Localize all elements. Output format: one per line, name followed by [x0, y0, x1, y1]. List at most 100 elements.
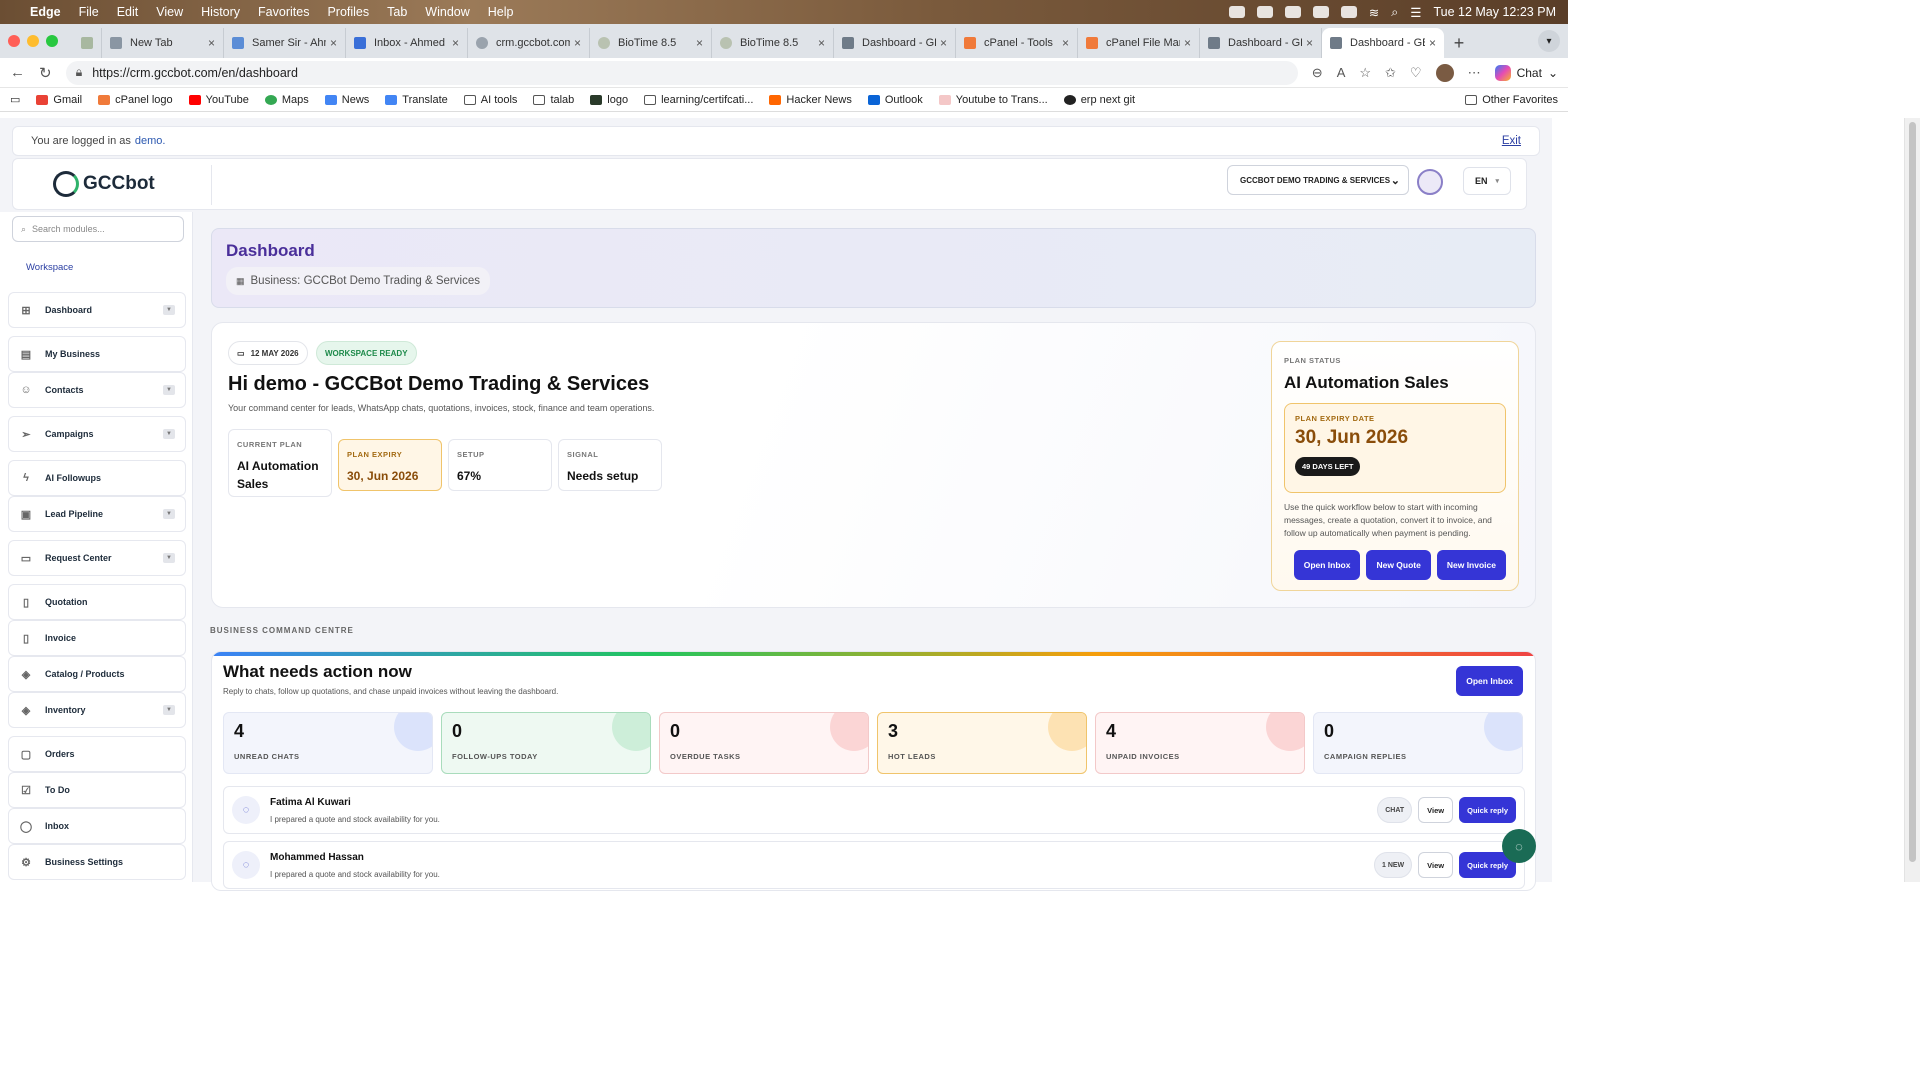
view-button[interactable]: View	[1418, 797, 1454, 823]
menu-tab[interactable]: Tab	[387, 5, 407, 19]
browser-tab-active[interactable]: Dashboard - GB ×	[1322, 28, 1444, 58]
close-tab-icon[interactable]: ×	[1184, 36, 1191, 50]
chevron-down-icon[interactable]: ▼	[163, 305, 175, 315]
pinned-tab[interactable]	[72, 28, 102, 58]
browser-tab[interactable]: Dashboard - GB ×	[1200, 28, 1322, 58]
bookmark-maps[interactable]: Maps	[264, 94, 309, 106]
menu-window[interactable]: Window	[425, 5, 469, 19]
kpi-card[interactable]: 0 CAMPAIGN REPLIES	[1313, 712, 1523, 774]
bookmark-learning[interactable]: learning/certifcati...	[644, 94, 753, 106]
browser-tab[interactable]: cPanel File Mana ×	[1078, 28, 1200, 58]
sidebar-item-request-center[interactable]: ▭ Request Center ▼	[8, 540, 186, 576]
sidebar-item-contacts[interactable]: ☺ Contacts ▼	[8, 372, 186, 408]
sidebar-item-to-do[interactable]: ☑ To Do	[8, 772, 186, 808]
new-tab-button[interactable]: +	[1444, 28, 1474, 58]
sidebar-item-catalog-products[interactable]: ◈ Catalog / Products	[8, 656, 186, 692]
address-bar[interactable]: 🔒︎ https://crm.gccbot.com/en/dashboard	[65, 60, 1298, 85]
back-icon[interactable]: ←	[10, 64, 25, 81]
close-tab-icon[interactable]: ×	[818, 36, 825, 50]
health-icon[interactable]: ♡	[1410, 65, 1422, 81]
browser-tab[interactable]: Samer Sir - Ahm ×	[224, 28, 346, 58]
sidebar-item-orders[interactable]: ▢ Orders	[8, 736, 186, 772]
exit-link[interactable]: Exit	[1502, 135, 1521, 147]
kpi-card[interactable]: 3 HOT LEADS	[877, 712, 1087, 774]
lock-icon[interactable]: 🔒︎	[76, 65, 83, 80]
menu-view[interactable]: View	[156, 5, 183, 19]
bookmark-hacker-news[interactable]: Hacker News	[769, 94, 852, 106]
close-tab-icon[interactable]: ×	[1062, 36, 1069, 50]
bookmark-news[interactable]: News	[324, 94, 369, 106]
other-favorites[interactable]: Other Favorites	[1465, 94, 1558, 106]
tab-actions-icon[interactable]: ▾	[1538, 30, 1560, 52]
sidebar-item-quotation[interactable]: ▯ Quotation	[8, 584, 186, 620]
profile-avatar[interactable]	[1435, 63, 1454, 82]
more-icon[interactable]: ⋯	[1468, 65, 1481, 81]
tray-icon[interactable]	[1256, 6, 1273, 18]
browser-tab[interactable]: New Tab ×	[102, 28, 224, 58]
search-modules-input[interactable]: ⌕ Search modules...	[12, 216, 184, 242]
refresh-icon[interactable]: ↻	[39, 64, 52, 82]
url-text[interactable]: https://crm.gccbot.com/en/dashboard	[92, 66, 298, 80]
list-item[interactable]: ◌ Mohammed Hassan I prepared a quote and s…	[223, 841, 1525, 889]
battery-icon[interactable]	[1340, 6, 1357, 18]
language-select[interactable]: EN ▾	[1463, 167, 1511, 195]
browser-tab[interactable]: cPanel - Tools ×	[956, 28, 1078, 58]
close-tab-icon[interactable]: ×	[330, 36, 337, 50]
bookmark-logo[interactable]: logo	[590, 94, 628, 106]
business-select[interactable]: GCCBOT DEMO TRADING & SERVICES ⌄	[1227, 165, 1409, 195]
scrollbar[interactable]	[1904, 118, 1920, 882]
close-tab-icon[interactable]: ×	[452, 36, 459, 50]
sidebar-item-inventory[interactable]: ◈ Inventory ▼	[8, 692, 186, 728]
bookmark-ai-tools[interactable]: AI tools	[463, 94, 517, 106]
bookmark-translate[interactable]: Translate	[385, 94, 448, 106]
open-inbox-button[interactable]: Open Inbox	[1293, 550, 1361, 580]
browser-tab[interactable]: crm.gccbot.com ×	[468, 28, 590, 58]
bookmark-cpanel-logo[interactable]: cPanel logo	[98, 94, 173, 106]
bookmark-youtube-trans[interactable]: Youtube to Trans...	[938, 94, 1048, 106]
login-user[interactable]: demo.	[135, 135, 166, 147]
bookmark-erp-next-git[interactable]: erp next git	[1063, 94, 1135, 106]
read-aloud-icon[interactable]: A	[1337, 65, 1346, 80]
favorite-star-icon[interactable]: ☆	[1359, 65, 1371, 81]
user-avatar[interactable]	[1417, 169, 1443, 195]
kpi-card[interactable]: 0 FOLLOW-UPS TODAY	[441, 712, 651, 774]
scrollbar-thumb[interactable]	[1909, 122, 1916, 862]
menu-profiles[interactable]: Profiles	[327, 5, 369, 19]
close-tab-icon[interactable]: ×	[696, 36, 703, 50]
kpi-card[interactable]: 0 OVERDUE TASKS	[659, 712, 869, 774]
menu-edit[interactable]: Edit	[117, 5, 139, 19]
menu-history[interactable]: History	[201, 5, 240, 19]
sidebar-item-inbox[interactable]: ◯ Inbox	[8, 808, 186, 844]
chevron-down-icon[interactable]: ▼	[163, 509, 175, 519]
spotlight-icon[interactable]: ⌕	[1391, 5, 1398, 20]
quick-reply-button[interactable]: Quick reply	[1459, 797, 1516, 823]
bookmark-gmail[interactable]: Gmail	[36, 94, 82, 106]
menu-app-name[interactable]: Edge	[30, 5, 61, 19]
chat-fab-button[interactable]: ◌	[1502, 829, 1536, 863]
chevron-down-icon[interactable]: ▼	[163, 385, 175, 395]
kpi-card[interactable]: 4 UNPAID INVOICES	[1095, 712, 1305, 774]
sidebar-item-invoice[interactable]: ▯ Invoice	[8, 620, 186, 656]
menu-favorites[interactable]: Favorites	[258, 5, 309, 19]
copilot-chat-button[interactable]: Chat ⌄	[1494, 64, 1558, 81]
browser-tab[interactable]: BioTime 8.5 ×	[712, 28, 834, 58]
tray-icon[interactable]	[1312, 6, 1329, 18]
tray-icon[interactable]	[1228, 6, 1245, 18]
menu-help[interactable]: Help	[488, 5, 514, 19]
browser-tab[interactable]: Inbox - Ahmed S ×	[346, 28, 468, 58]
wifi-icon[interactable]: ≋	[1369, 5, 1379, 20]
zoom-window-button[interactable]	[46, 35, 58, 47]
new-quote-button[interactable]: New Quote	[1366, 550, 1431, 580]
close-tab-icon[interactable]: ×	[208, 36, 215, 50]
close-tab-icon[interactable]: ×	[574, 36, 581, 50]
sidebar-item-business-settings[interactable]: ⚙ Business Settings	[8, 844, 186, 880]
sidebar-item-ai-followups[interactable]: ϟ AI Followups	[8, 460, 186, 496]
bookmark-outlook[interactable]: Outlook	[867, 94, 923, 106]
new-invoice-button[interactable]: New Invoice	[1436, 550, 1506, 580]
chevron-down-icon[interactable]: ▼	[163, 553, 175, 563]
favorites-icon[interactable]: ✩	[1385, 65, 1396, 81]
close-tab-icon[interactable]: ×	[940, 36, 947, 50]
gccbot-logo[interactable]: GCCbot	[53, 171, 155, 197]
menu-file[interactable]: File	[79, 5, 99, 19]
zoom-icon[interactable]: ⊖	[1312, 65, 1323, 81]
